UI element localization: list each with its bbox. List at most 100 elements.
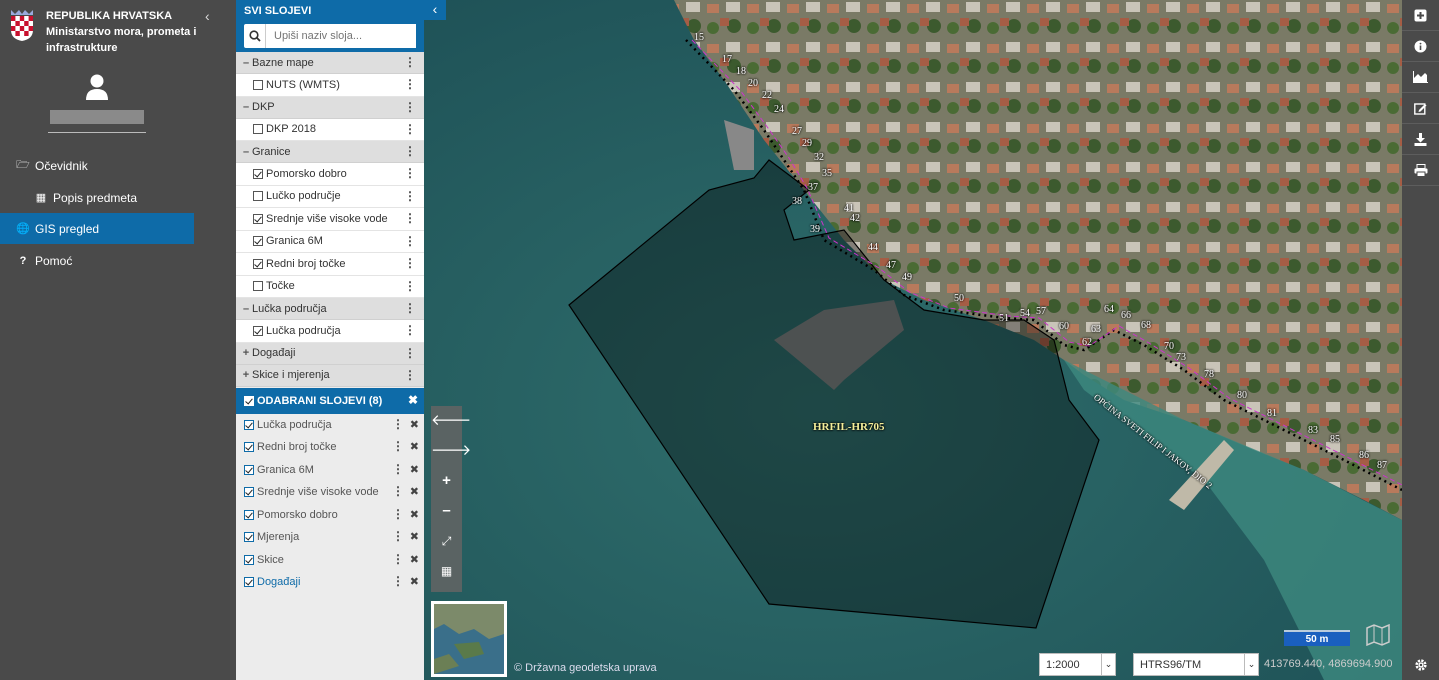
more-vert-icon[interactable]: ⋮ [392, 575, 404, 587]
layer-search-input[interactable] [266, 24, 416, 48]
more-vert-icon[interactable]: ⋮ [404, 78, 416, 90]
more-vert-icon[interactable]: ⋮ [404, 212, 416, 224]
nav-item-gis-pregled[interactable]: 🌐 GIS pregled [0, 213, 194, 244]
forward-arrow-icon[interactable]: 🡒 [431, 436, 471, 466]
layer-checkbox[interactable] [253, 213, 263, 224]
more-vert-icon[interactable]: ⋮ [392, 418, 404, 430]
more-vert-icon[interactable]: ⋮ [404, 257, 416, 269]
selected-layer[interactable]: Mjerenja ⋮ ✖ [236, 526, 424, 549]
map-legend-icon[interactable] [1365, 624, 1391, 646]
more-vert-icon[interactable]: ⋮ [404, 324, 416, 336]
collapse-icon[interactable]: – [240, 303, 252, 315]
nav-item-popis-predmeta[interactable]: ▦ Popis predmeta [0, 182, 194, 213]
selected-layer[interactable]: Srednje više visoke vode ⋮ ✖ [236, 481, 424, 504]
layer-item[interactable]: Srednje više visoke vode ⋮ [236, 208, 424, 231]
collapse-icon[interactable]: – [240, 146, 252, 158]
more-vert-icon[interactable]: ⋮ [392, 530, 404, 542]
remove-icon[interactable]: ✖ [410, 553, 419, 566]
grid-icon[interactable]: ▦ [431, 556, 462, 586]
fullscreen-icon[interactable]: ⤢ [431, 526, 462, 556]
crs-select[interactable]: HTRS96/TM ⌄ [1133, 653, 1259, 676]
remove-icon[interactable]: ✖ [410, 485, 419, 498]
more-vert-icon[interactable]: ⋮ [404, 347, 416, 359]
more-vert-icon[interactable]: ⋮ [392, 485, 404, 497]
expand-icon[interactable]: + [240, 369, 252, 381]
more-vert-icon[interactable]: ⋮ [404, 369, 416, 381]
layer-checkbox[interactable] [244, 487, 254, 498]
remove-icon[interactable]: ✖ [410, 463, 419, 476]
more-vert-icon[interactable]: ⋮ [392, 553, 404, 565]
collapse-icon[interactable]: – [240, 101, 252, 113]
gear-icon[interactable] [1402, 650, 1439, 680]
layer-checkbox[interactable] [253, 191, 263, 202]
info-icon[interactable] [1402, 31, 1439, 62]
remove-icon[interactable]: ✖ [410, 575, 419, 588]
back-arrow-icon[interactable]: 🡐 [431, 406, 471, 436]
more-vert-icon[interactable]: ⋮ [404, 167, 416, 179]
layer-checkbox[interactable] [253, 79, 263, 90]
layer-group-skice-i-mjerenja[interactable]: + Skice i mjerenja ⋮ [236, 364, 424, 387]
layer-checkbox[interactable] [244, 554, 254, 565]
selected-layer[interactable]: Lučka područja ⋮ ✖ [236, 414, 424, 437]
download-icon[interactable] [1402, 124, 1439, 155]
zoom-in-icon[interactable]: + [431, 466, 462, 496]
collapse-layers-icon[interactable]: ‹ [424, 0, 446, 20]
map-canvas[interactable] [424, 0, 1402, 680]
nav-item-ocevidnik[interactable]: 🗁 Očevidnik [0, 150, 194, 181]
more-vert-icon[interactable]: ⋮ [404, 280, 416, 292]
clear-icon[interactable]: ✖ [408, 393, 418, 407]
layer-checkbox[interactable] [244, 577, 254, 588]
more-vert-icon[interactable]: ⋮ [392, 440, 404, 452]
overview-map[interactable] [431, 601, 507, 677]
layer-item[interactable]: Redni broj točke ⋮ [236, 253, 424, 276]
layer-group-lucka-podrucja[interactable]: – Lučka područja ⋮ [236, 298, 424, 320]
remove-icon[interactable]: ✖ [410, 418, 419, 431]
layer-group-dogadaji[interactable]: + Događaji ⋮ [236, 342, 424, 365]
map-view[interactable]: 15 17 18 20 22 24 27 29 32 35 37 38 39 4… [424, 0, 1402, 680]
layer-checkbox[interactable] [253, 236, 263, 247]
layer-checkbox[interactable] [253, 325, 263, 336]
more-vert-icon[interactable]: ⋮ [404, 145, 416, 157]
remove-icon[interactable]: ✖ [410, 530, 419, 543]
more-vert-icon[interactable]: ⋮ [404, 302, 416, 314]
search-icon[interactable] [244, 24, 266, 48]
more-vert-icon[interactable]: ⋮ [392, 463, 404, 475]
layer-checkbox[interactable] [253, 281, 263, 292]
more-vert-icon[interactable]: ⋮ [404, 123, 416, 135]
zoom-out-icon[interactable]: – [431, 496, 462, 526]
layer-item[interactable]: Točke ⋮ [236, 275, 424, 298]
edit-icon[interactable] [1402, 93, 1439, 124]
layer-item[interactable]: Granica 6M ⋮ [236, 230, 424, 253]
layer-group-dkp[interactable]: – DKP ⋮ [236, 96, 424, 119]
more-vert-icon[interactable]: ⋮ [392, 508, 404, 520]
nav-item-pomoc[interactable]: ? Pomoć [0, 245, 194, 276]
print-icon[interactable] [1402, 155, 1439, 186]
layer-checkbox[interactable] [244, 532, 254, 543]
area-chart-icon[interactable] [1402, 62, 1439, 93]
selected-layer[interactable]: Skice ⋮ ✖ [236, 549, 424, 572]
layer-checkbox[interactable] [244, 464, 254, 475]
layer-item[interactable]: Pomorsko dobro ⋮ [236, 163, 424, 186]
selected-layer[interactable]: Redni broj točke ⋮ ✖ [236, 436, 424, 459]
layer-group-bazne-mape[interactable]: – Bazne mape ⋮ [236, 52, 424, 74]
selected-layer[interactable]: Pomorsko dobro ⋮ ✖ [236, 504, 424, 527]
layer-item[interactable]: NUTS (WMTS) ⋮ [236, 74, 424, 97]
chevron-down-icon[interactable]: ⌄ [1101, 654, 1115, 675]
layer-checkbox[interactable] [253, 258, 263, 269]
layer-checkbox[interactable] [253, 168, 263, 179]
layer-item[interactable]: DKP 2018 ⋮ [236, 118, 424, 141]
more-vert-icon[interactable]: ⋮ [404, 190, 416, 202]
remove-icon[interactable]: ✖ [410, 508, 419, 521]
more-vert-icon[interactable]: ⋮ [404, 56, 416, 68]
layer-group-granice[interactable]: – Granice ⋮ [236, 141, 424, 163]
more-vert-icon[interactable]: ⋮ [404, 235, 416, 247]
scale-select[interactable]: 1:2000 ⌄ [1039, 653, 1116, 676]
layer-checkbox[interactable] [244, 442, 254, 453]
chevron-down-icon[interactable]: ⌄ [1244, 654, 1258, 675]
collapse-nav-icon[interactable]: ‹ [205, 8, 210, 24]
collapse-icon[interactable]: – [240, 57, 252, 69]
layer-checkbox[interactable] [244, 419, 254, 430]
layer-item[interactable]: Lučka područja ⋮ [236, 320, 424, 343]
layer-checkbox[interactable] [244, 509, 254, 520]
selected-layer[interactable]: Granica 6M ⋮ ✖ [236, 459, 424, 482]
